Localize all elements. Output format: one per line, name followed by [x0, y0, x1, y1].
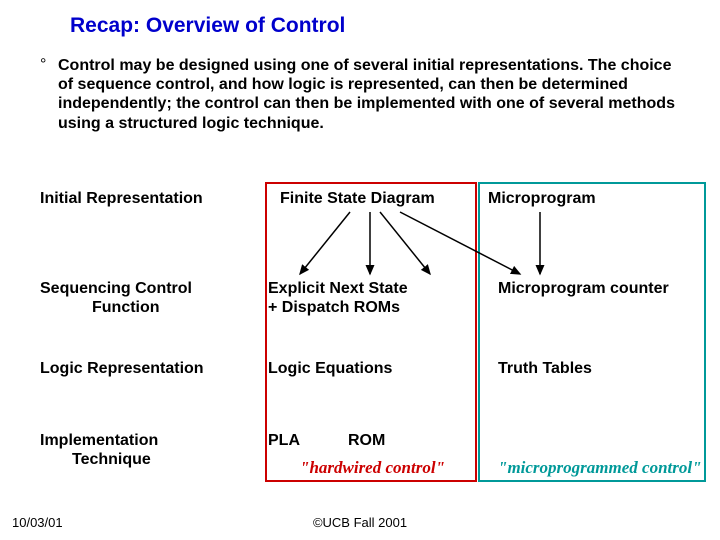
label-impl-a: Implementation	[40, 432, 158, 450]
cell-microcounter: Microprogram counter	[498, 280, 669, 298]
label-logic-rep: Logic Representation	[40, 360, 204, 378]
cell-pla: PLA	[268, 432, 300, 450]
cell-microprogram: Microprogram	[488, 190, 596, 208]
cell-truth-tables: Truth Tables	[498, 360, 592, 378]
tag-hardwired: "hardwired control"	[300, 458, 445, 478]
slide-title: Recap: Overview of Control	[70, 14, 345, 38]
intro-paragraph: Control may be designed using one of sev…	[58, 56, 688, 133]
bullet-marker: °	[40, 56, 46, 74]
footer-copyright: ©UCB Fall 2001	[313, 515, 407, 530]
box-microprogrammed	[478, 182, 706, 482]
cell-fsd: Finite State Diagram	[280, 190, 435, 208]
cell-rom: ROM	[348, 432, 385, 450]
label-sequencing-a: Sequencing Control	[40, 280, 192, 298]
cell-explicit-b: + Dispatch ROMs	[268, 299, 400, 317]
footer-date: 10/03/01	[12, 515, 63, 530]
cell-explicit-a: Explicit Next State	[268, 280, 408, 298]
tag-microprogrammed: "microprogrammed control"	[498, 458, 702, 478]
label-impl-b: Technique	[72, 451, 151, 469]
label-sequencing-b: Function	[92, 299, 160, 317]
label-initial-representation: Initial Representation	[40, 190, 203, 208]
cell-logic-eq: Logic Equations	[268, 360, 392, 378]
